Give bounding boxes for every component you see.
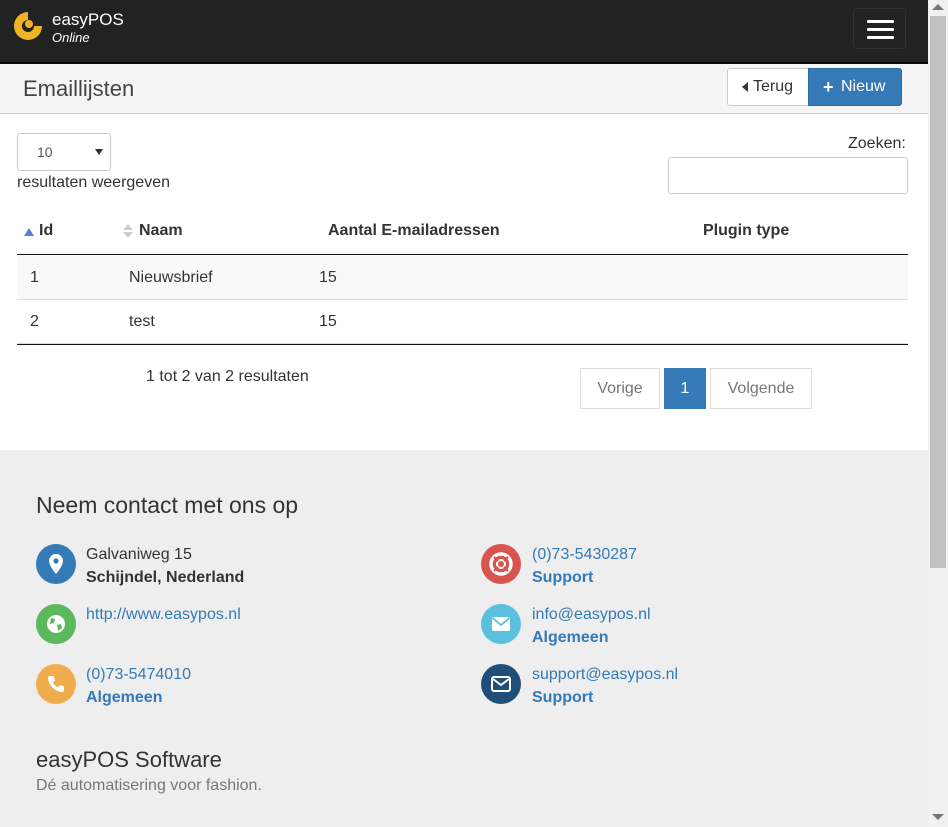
search-label: Zoeken: [848, 135, 906, 152]
lifebuoy-icon [481, 544, 521, 584]
globe-icon [36, 604, 76, 644]
page-length-value: 10 [37, 144, 53, 160]
top-navbar: easyPOS Online [0, 0, 928, 64]
address-street: Galvaniweg 15 [86, 546, 192, 563]
software-tagline: Dé automatisering voor fashion. [36, 777, 262, 794]
brand-logo[interactable]: easyPOS Online [12, 8, 142, 48]
page-length-select[interactable]: 10 [17, 133, 111, 171]
brand-subtitle: Online [52, 30, 90, 45]
phone-link[interactable]: (0)73-5474010 [86, 666, 191, 684]
logo-icon [14, 12, 42, 40]
info-email-label: Algemeen [532, 629, 609, 646]
sort-asc-icon[interactable] [24, 228, 34, 236]
page-scrollbar[interactable] [928, 0, 948, 827]
scroll-up-icon[interactable] [932, 4, 944, 10]
contact-footer: Neem contact met ons op Galvaniweg 15 Sc… [0, 450, 928, 827]
caret-left-icon [742, 82, 748, 92]
column-header-plugin-type[interactable]: Plugin type [703, 222, 789, 240]
mail-icon [481, 604, 521, 644]
column-header-naam[interactable]: Naam [139, 222, 183, 240]
back-button[interactable]: Terug [727, 68, 809, 106]
page-header: Emaillijsten Terug + Nieuw [0, 64, 928, 114]
table-header-divider [17, 254, 908, 255]
website-link[interactable]: http://www.easypos.nl [86, 606, 241, 624]
phone-icon [36, 664, 76, 704]
info-email-link[interactable]: info@easypos.nl [532, 606, 651, 624]
support-phone-link[interactable]: (0)73-5430287 [532, 546, 637, 564]
phone-label: Algemeen [86, 689, 163, 706]
address-city: Schijndel, Nederland [86, 569, 245, 586]
cell-naam: Nieuwsbrief [129, 269, 213, 286]
hamburger-icon[interactable] [853, 8, 906, 49]
map-marker-icon [36, 544, 76, 584]
contact-title: Neem contact met ons op [36, 492, 299, 518]
search-input[interactable] [668, 157, 908, 194]
chevron-down-icon [95, 149, 103, 155]
back-button-label: Terug [753, 78, 794, 95]
scroll-down-icon[interactable] [932, 814, 944, 820]
table-row[interactable]: 1 Nieuwsbrief 15 [17, 256, 908, 300]
sort-both-icon[interactable] [123, 224, 133, 230]
table-info: 1 tot 2 van 2 resultaten [146, 368, 309, 385]
cell-id: 1 [30, 269, 39, 286]
pagination-next[interactable]: Volgende [710, 368, 812, 409]
page-length-label: resultaten weergeven [17, 174, 170, 191]
column-header-id[interactable]: Id [39, 222, 53, 240]
new-button[interactable]: + Nieuw [808, 68, 902, 106]
table-row[interactable]: 2 test 15 [17, 300, 908, 344]
plus-icon: + [823, 77, 834, 97]
support-email-label: Support [532, 689, 594, 706]
pagination-page-1[interactable]: 1 [664, 368, 706, 409]
brand-name: easyPOS [52, 10, 124, 29]
sort-both-icon[interactable] [123, 232, 133, 238]
cell-naam: test [129, 313, 155, 330]
support-phone-label: Support [532, 569, 594, 586]
new-button-label: Nieuw [841, 78, 886, 95]
table-bottom-divider [17, 344, 908, 345]
software-title: easyPOS Software [36, 747, 222, 772]
pagination-previous[interactable]: Vorige [580, 368, 660, 409]
cell-id: 2 [30, 313, 39, 330]
support-email-link[interactable]: support@easypos.nl [532, 666, 678, 684]
scroll-thumb[interactable] [930, 16, 946, 568]
column-header-aantal[interactable]: Aantal E-mailadressen [328, 222, 500, 240]
envelope-icon [481, 664, 521, 704]
cell-aantal: 15 [319, 313, 337, 330]
page-title: Emaillijsten [23, 76, 135, 101]
cell-aantal: 15 [319, 269, 337, 286]
